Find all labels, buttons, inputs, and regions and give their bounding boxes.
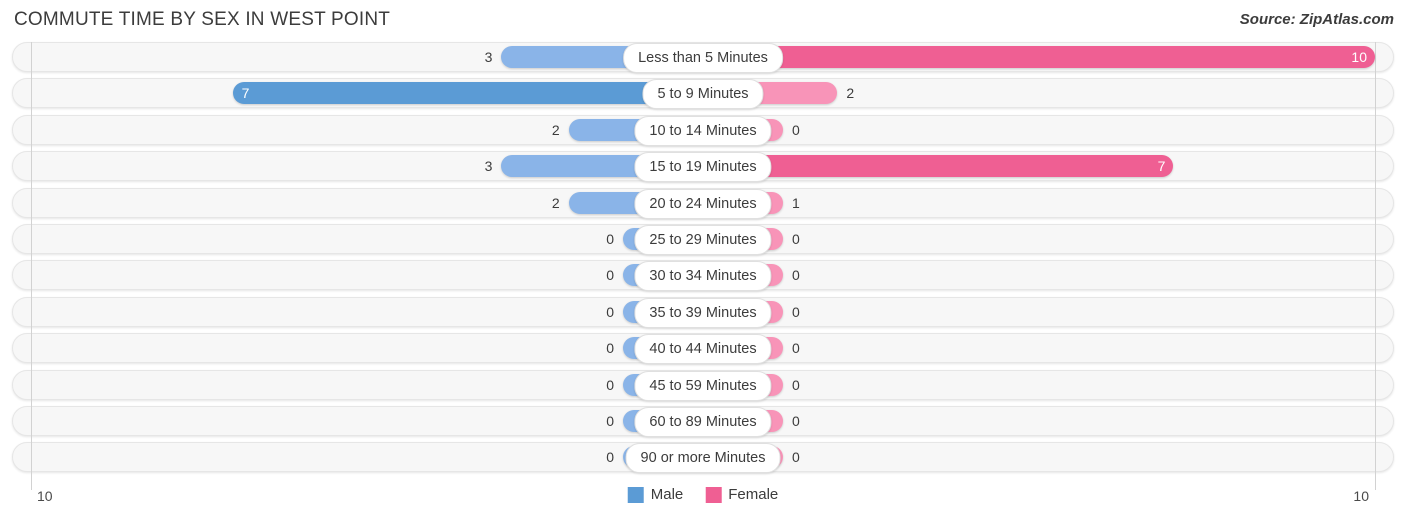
source-attribution: Source: ZipAtlas.com	[1239, 11, 1394, 28]
bar-value-female: 0	[792, 412, 800, 429]
bar-value-female: 1	[792, 194, 800, 211]
category-label-pill: 20 to 24 Minutes	[634, 188, 772, 219]
bar-value-male: 0	[606, 267, 614, 284]
bar-value-male: 0	[606, 230, 614, 247]
chart-row: 0 0 45 to 59 Minutes	[0, 369, 1406, 401]
axis-gridline-left	[31, 42, 32, 490]
category-label-pill: 35 to 39 Minutes	[634, 297, 772, 328]
bar-value-male: 0	[606, 340, 614, 357]
chart-row: 0 0 25 to 29 Minutes	[0, 223, 1406, 255]
bar-female[interactable]	[703, 155, 1174, 178]
bar-value-male: 3	[484, 158, 493, 175]
bar-value-male: 0	[606, 412, 614, 429]
axis-tick-right: 10	[1353, 488, 1369, 504]
legend-label: Male	[650, 486, 684, 503]
bar-male[interactable]	[232, 82, 703, 105]
chart-row: 2 0 10 to 14 Minutes	[0, 114, 1406, 146]
bar-value-male: 2	[551, 194, 560, 211]
bar-female[interactable]	[703, 46, 1375, 68]
category-label-pill: 5 to 9 Minutes	[642, 79, 764, 110]
chart-row: 3 10 Less than 5 Minutes	[0, 42, 1406, 73]
category-label-pill: 30 to 34 Minutes	[634, 261, 772, 292]
axis-gridline-right	[1375, 42, 1376, 490]
chart-row: 0 0 60 to 89 Minutes	[0, 405, 1406, 437]
bar-value-female: 0	[792, 230, 800, 247]
category-label-pill: 40 to 44 Minutes	[634, 334, 772, 365]
chart-row: 0 0 30 to 34 Minutes	[0, 260, 1406, 292]
bar-value-female: 7	[1157, 158, 1166, 175]
category-label-pill: 10 to 14 Minutes	[634, 115, 772, 146]
chart-footer: 10 Male Female 10	[0, 482, 1406, 522]
chart-row: 0 0 40 to 44 Minutes	[0, 333, 1406, 365]
category-label-pill: 15 to 19 Minutes	[634, 152, 772, 183]
bar-value-male: 7	[241, 85, 250, 102]
category-label-pill: Less than 5 Minutes	[623, 43, 783, 73]
bar-value-female: 0	[792, 267, 800, 284]
category-label-pill: 25 to 29 Minutes	[634, 224, 772, 255]
category-label-pill: 45 to 59 Minutes	[634, 370, 772, 401]
bar-value-male: 0	[606, 303, 614, 320]
chart-row: 0 0 35 to 39 Minutes	[0, 296, 1406, 328]
axis-tick-left: 10	[37, 488, 53, 504]
bar-value-male: 0	[606, 449, 614, 466]
chart-row: 0 0 90 or more Minutes	[0, 442, 1406, 474]
bar-value-female: 0	[792, 121, 800, 138]
bar-value-female: 2	[846, 85, 855, 102]
legend-swatch-icon	[627, 486, 644, 503]
bar-value-male: 3	[484, 49, 493, 65]
bar-value-female: 0	[792, 449, 800, 466]
chart-plot-area: 3 10 Less than 5 Minutes 7 2 5 to 9 Minutes 2 0…	[0, 42, 1406, 490]
legend-item-female[interactable]: Female	[705, 486, 778, 503]
bar-value-female: 0	[792, 303, 800, 320]
legend-swatch-icon	[705, 486, 722, 503]
chart-row: 7 2 5 to 9 Minutes	[0, 78, 1406, 110]
category-label-pill: 60 to 89 Minutes	[634, 406, 772, 437]
bar-value-female: 0	[792, 340, 800, 357]
chart-legend: Male Female	[627, 486, 778, 503]
bar-value-female: 0	[792, 376, 800, 393]
chart-row: 3 7 15 to 19 Minutes	[0, 151, 1406, 183]
legend-item-male[interactable]: Male	[627, 486, 684, 503]
chart-row: 2 1 20 to 24 Minutes	[0, 187, 1406, 219]
chart-header: COMMUTE TIME BY SEX IN WEST POINT Source…	[0, 0, 1406, 40]
chart-rows: 3 10 Less than 5 Minutes 7 2 5 to 9 Minutes 2 0…	[0, 42, 1406, 479]
bar-value-male: 2	[551, 121, 560, 138]
bar-value-female: 10	[1351, 49, 1367, 65]
page-title: COMMUTE TIME BY SEX IN WEST POINT	[14, 9, 391, 30]
bar-value-male: 0	[606, 376, 614, 393]
category-label-pill: 90 or more Minutes	[625, 443, 781, 474]
legend-label: Female	[728, 486, 779, 503]
